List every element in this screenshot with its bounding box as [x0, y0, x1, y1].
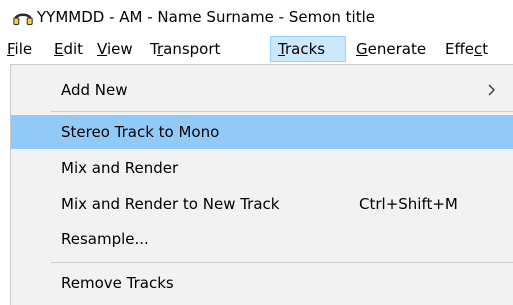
menu-item-stereo-track-to-mono[interactable]: Stereo Track to Mono	[11, 115, 513, 149]
menu-tracks[interactable]: Tracks	[270, 36, 346, 62]
menu-item-label: Add New	[61, 81, 128, 99]
menu-separator	[51, 262, 513, 263]
menu-generate[interactable]: Generate	[349, 36, 433, 62]
menu-effect[interactable]: Effect	[438, 36, 495, 62]
menu-transport[interactable]: Transport	[143, 36, 227, 62]
menu-edit[interactable]: Edit	[47, 36, 90, 62]
menu-item-label: Remove Tracks	[61, 274, 174, 292]
app-window: YYMMDD - AM - Name Surname - Semon title…	[0, 0, 513, 305]
menu-file[interactable]: File	[0, 36, 39, 62]
menu-item-add-new[interactable]: Add New	[11, 73, 513, 107]
headphones-icon	[13, 9, 33, 25]
title-bar: YYMMDD - AM - Name Surname - Semon title	[0, 0, 513, 34]
shortcut-label: Ctrl+Shift+M	[359, 195, 458, 213]
menu-item-label: Mix and Render	[61, 159, 179, 177]
menu-item-mix-and-render[interactable]: Mix and Render	[11, 151, 513, 185]
menu-bar: File Edit View Transport Tracks Generate…	[0, 36, 513, 64]
window-title: YYMMDD - AM - Name Surname - Semon title	[37, 8, 375, 26]
menu-item-label: Stereo Track to Mono	[61, 123, 220, 141]
menu-separator	[51, 111, 513, 112]
menu-view[interactable]: View	[90, 36, 140, 62]
tracks-dropdown-menu: Add New Stereo Track to Mono Mix and Ren…	[10, 64, 513, 305]
menu-item-resample[interactable]: Resample...	[11, 222, 513, 256]
menu-item-remove-tracks[interactable]: Remove Tracks	[11, 266, 513, 300]
menu-item-label: Resample...	[61, 230, 149, 248]
menu-item-label: Mix and Render to New Track	[61, 195, 280, 213]
menu-item-mix-and-render-new-track[interactable]: Mix and Render to New Track Ctrl+Shift+M	[11, 187, 513, 221]
chevron-right-icon	[487, 82, 497, 98]
